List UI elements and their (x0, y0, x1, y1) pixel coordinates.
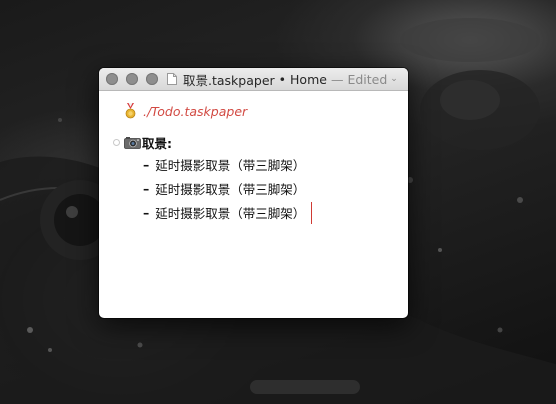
close-button[interactable] (106, 73, 118, 85)
task-bullet: – (143, 205, 150, 220)
project-line[interactable]: 取景: (113, 133, 172, 152)
project-title: 取景: (142, 136, 172, 151)
task-bullet: – (143, 181, 150, 196)
title-filename: 取景.taskpaper (183, 72, 275, 88)
task-text: 延时摄影取景（带三脚架） (155, 158, 306, 173)
document-icon (167, 73, 177, 85)
title-edited-status: Edited (347, 71, 388, 87)
task-item[interactable]: – 延时摄影取景（带三脚架） (143, 155, 305, 174)
minimize-button[interactable] (126, 73, 138, 85)
title-separator: • (278, 71, 287, 87)
task-bullet: – (143, 157, 150, 172)
zoom-button[interactable] (146, 73, 158, 85)
window-titlebar[interactable]: 取景.taskpaper • Home — Edited ⌄ (99, 68, 408, 91)
title-dash: — (330, 71, 344, 87)
medal-icon (125, 103, 136, 119)
task-text: 延时摄影取景（带三脚架） (155, 206, 306, 221)
file-link[interactable]: ./Todo.taskpaper (143, 104, 247, 119)
taskpaper-window: 取景.taskpaper • Home — Edited ⌄ ./Todo.ta… (99, 68, 408, 318)
title-location: Home (290, 71, 327, 87)
chevron-down-icon[interactable]: ⌄ (390, 74, 398, 84)
link-line[interactable]: ./Todo.taskpaper (124, 103, 247, 119)
document-editor[interactable]: ./Todo.taskpaper 取景: – 延时摄影取景（带三脚架） – 延时… (99, 91, 408, 318)
task-item[interactable]: – 延时摄影取景（带三脚架） (143, 179, 305, 198)
project-handle[interactable] (113, 139, 120, 146)
task-item[interactable]: – 延时摄影取景（带三脚架） (143, 203, 305, 222)
task-text: 延时摄影取景（带三脚架） (155, 182, 306, 197)
window-title[interactable]: 取景.taskpaper • Home — Edited ⌄ (167, 68, 398, 90)
text-cursor (311, 202, 312, 224)
camera-icon (124, 137, 141, 149)
